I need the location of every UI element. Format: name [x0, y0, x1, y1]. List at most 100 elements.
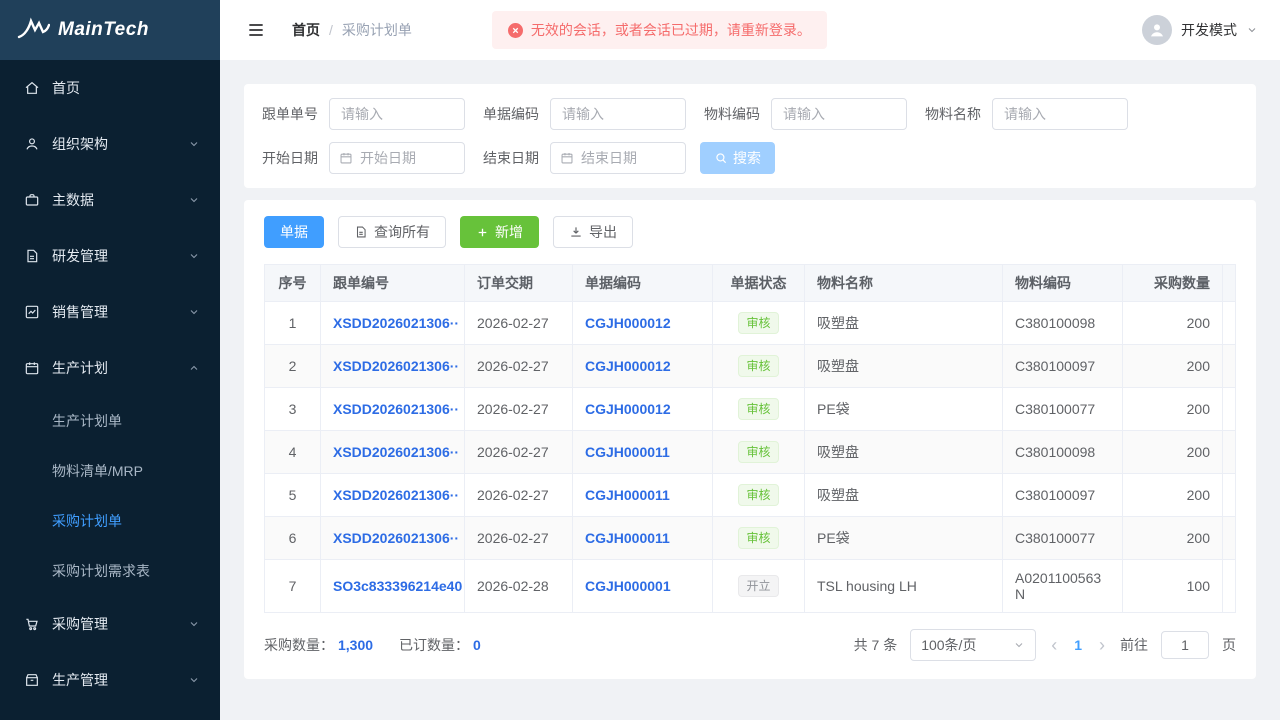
- cell-doc-no: CGJH000011: [573, 517, 713, 560]
- sidebar-subitem-purchase-plan-order[interactable]: 采购计划单: [0, 496, 220, 546]
- order-no-link[interactable]: SO3c833396214e40: [333, 578, 462, 594]
- sidebar-item-org[interactable]: 组织架构: [0, 116, 220, 172]
- cell-index: 1: [265, 302, 321, 345]
- cell-status: 审核: [713, 388, 805, 431]
- sidebar-item-label: 采购管理: [52, 614, 188, 634]
- doc-no-link[interactable]: CGJH000001: [585, 578, 671, 594]
- danju-button[interactable]: 单据: [264, 216, 324, 248]
- sidebar-subitem-production-plan-order[interactable]: 生产计划单: [0, 396, 220, 446]
- cell-order-no: XSDD2026021306··: [321, 302, 465, 345]
- doc-no-link[interactable]: CGJH000012: [585, 315, 671, 331]
- toolbar: 单据 查询所有 新增 导出: [264, 216, 1236, 248]
- order-no-link[interactable]: XSDD2026021306··: [333, 401, 459, 417]
- date-placeholder: 结束日期: [581, 148, 637, 168]
- order-no-link[interactable]: XSDD2026021306··: [333, 530, 459, 546]
- cell-qty: 200: [1123, 302, 1223, 345]
- cell-qty: 200: [1123, 431, 1223, 474]
- sidebar-item-production-mgmt[interactable]: 生产管理: [0, 652, 220, 708]
- add-button[interactable]: 新增: [460, 216, 539, 248]
- cell-order-no: XSDD2026021306··: [321, 474, 465, 517]
- order-no-link[interactable]: XSDD2026021306··: [333, 444, 459, 460]
- cell-qty: 200: [1123, 517, 1223, 560]
- purchase-qty-value: 1,300: [338, 637, 373, 653]
- document-icon: [354, 225, 368, 239]
- material-name-input[interactable]: [992, 98, 1128, 130]
- cell-material-name: 吸塑盘: [805, 302, 1003, 345]
- cell-status: 审核: [713, 302, 805, 345]
- export-button[interactable]: 导出: [553, 216, 633, 248]
- chevron-down-icon: [188, 674, 200, 686]
- status-badge: 开立: [738, 575, 778, 597]
- cell-doc-no: CGJH000012: [573, 388, 713, 431]
- doc-no-link[interactable]: CGJH000012: [585, 358, 671, 374]
- table-footer: 采购数量： 1,300 已订数量： 0 共 7 条 100条/页 ‹ 1 › 前…: [264, 629, 1236, 661]
- next-page-button[interactable]: ›: [1097, 636, 1107, 654]
- order-no-link[interactable]: XSDD2026021306··: [333, 487, 459, 503]
- header-index: 序号: [265, 265, 321, 302]
- doc-code-input[interactable]: [550, 98, 686, 130]
- header-doc-no: 单据编码: [573, 265, 713, 302]
- material-code-input[interactable]: [771, 98, 907, 130]
- cell-status: 审核: [713, 474, 805, 517]
- filter-label: 单据编码: [477, 104, 539, 124]
- sidebar-item-sales[interactable]: 销售管理: [0, 284, 220, 340]
- start-date-picker[interactable]: 开始日期: [329, 142, 465, 174]
- sidebar-item-label: 首页: [52, 78, 200, 98]
- table-panel: 单据 查询所有 新增 导出: [244, 200, 1256, 679]
- cell-doc-no: CGJH000011: [573, 431, 713, 474]
- sidebar-item-production-plan[interactable]: 生产计划: [0, 340, 220, 396]
- header-extra: [1223, 265, 1236, 302]
- download-icon: [569, 225, 583, 239]
- header-delivery-date: 订单交期: [465, 265, 573, 302]
- cell-qty: 200: [1123, 388, 1223, 431]
- content: 跟单单号 单据编码 物料编码 物料名称 开始日期: [220, 60, 1280, 720]
- cell-extra: [1223, 474, 1236, 517]
- cell-order-no: XSDD2026021306··: [321, 388, 465, 431]
- current-page[interactable]: 1: [1072, 637, 1084, 653]
- sidebar-subitem-purchase-plan-demand[interactable]: 采购计划需求表: [0, 546, 220, 596]
- order-no-link[interactable]: XSDD2026021306··: [333, 315, 459, 331]
- session-error-alert: 无效的会话，或者会话已过期，请重新登录。: [492, 11, 827, 49]
- status-badge: 审核: [738, 527, 778, 549]
- goto-page-input[interactable]: [1161, 631, 1209, 659]
- ordered-qty-label: 已订数量：: [399, 635, 469, 655]
- search-button[interactable]: 搜索: [700, 142, 775, 174]
- sidebar-item-rd[interactable]: 研发管理: [0, 228, 220, 284]
- doc-no-link[interactable]: CGJH000011: [585, 530, 670, 546]
- user-menu[interactable]: 开发模式: [1142, 15, 1258, 45]
- logo-text: MainTech: [58, 19, 149, 41]
- doc-no-link[interactable]: CGJH000011: [585, 487, 670, 503]
- sidebar-item-home[interactable]: 首页: [0, 60, 220, 116]
- doc-no-link[interactable]: CGJH000012: [585, 401, 671, 417]
- breadcrumb-home[interactable]: 首页: [292, 20, 320, 40]
- sidebar: MainTech 首页 组织架构 主数据 研发管理 销售管理 生产: [0, 0, 220, 720]
- order-no-link[interactable]: XSDD2026021306··: [333, 358, 459, 374]
- avatar: [1142, 15, 1172, 45]
- page-size-select[interactable]: 100条/页: [910, 629, 1036, 661]
- sidebar-subitem-bom-mrp[interactable]: 物料清单/MRP: [0, 446, 220, 496]
- tracking-no-input[interactable]: [329, 98, 465, 130]
- menu-collapse-icon[interactable]: [246, 20, 266, 40]
- sidebar-subitem-label: 采购计划单: [52, 511, 122, 531]
- calendar-icon: [339, 151, 353, 165]
- header-qty: 采购数量: [1123, 265, 1223, 302]
- table-row: 6 XSDD2026021306·· 2026-02-27 CGJH000011…: [265, 517, 1236, 560]
- date-placeholder: 开始日期: [360, 148, 416, 168]
- sidebar-item-purchasing[interactable]: 采购管理: [0, 596, 220, 652]
- cell-order-no: XSDD2026021306··: [321, 517, 465, 560]
- query-all-button[interactable]: 查询所有: [338, 216, 446, 248]
- sidebar-item-master-data[interactable]: 主数据: [0, 172, 220, 228]
- error-circle-icon: [508, 23, 523, 38]
- chevron-down-icon: [188, 138, 200, 150]
- cell-doc-no: CGJH000001: [573, 560, 713, 613]
- cell-extra: [1223, 302, 1236, 345]
- sidebar-item-label: 生产管理: [52, 670, 188, 690]
- main-area: 首页 / 采购计划单 无效的会话，或者会话已过期，请重新登录。 开发模式 跟: [220, 0, 1280, 720]
- prev-page-button[interactable]: ‹: [1049, 636, 1059, 654]
- chevron-down-icon: [188, 194, 200, 206]
- calendar-icon: [560, 151, 574, 165]
- cell-extra: [1223, 517, 1236, 560]
- doc-no-link[interactable]: CGJH000011: [585, 444, 670, 460]
- cell-material-code: C380100097: [1003, 474, 1123, 517]
- end-date-picker[interactable]: 结束日期: [550, 142, 686, 174]
